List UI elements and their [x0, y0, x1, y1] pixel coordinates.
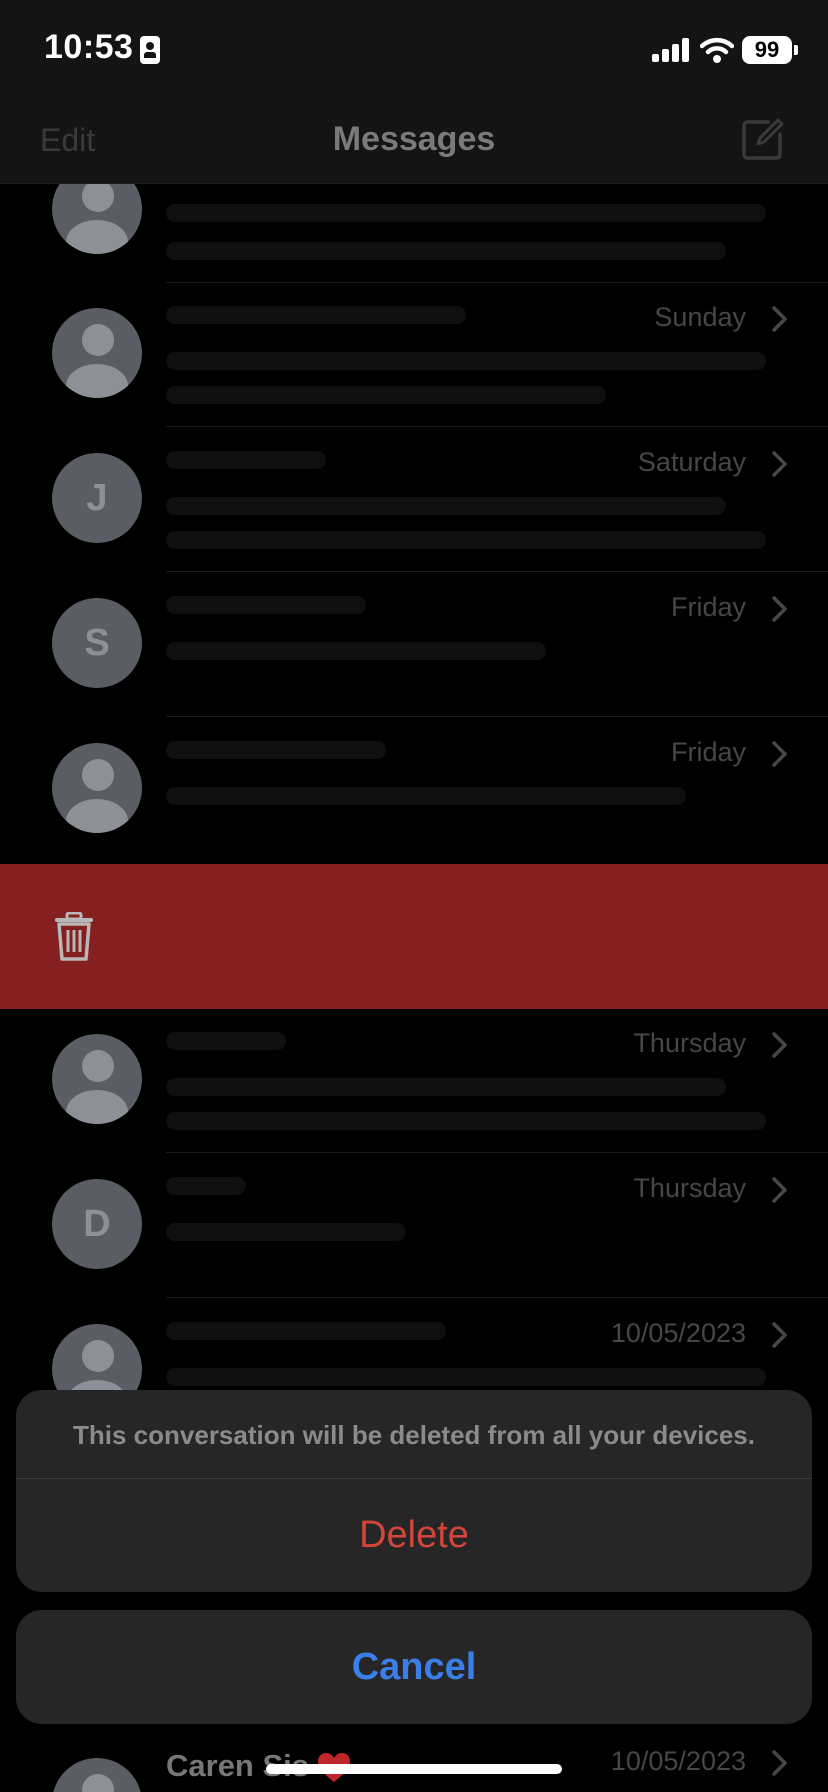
- conversation-row[interactable]: D Thursday: [0, 1153, 828, 1298]
- trash-icon[interactable]: [52, 912, 96, 962]
- cellular-signal-icon: [652, 38, 692, 62]
- conversation-date: Friday: [670, 737, 746, 767]
- page-title: Messages: [332, 120, 496, 158]
- action-sheet: This conversation will be deleted from a…: [16, 1390, 812, 1592]
- battery-indicator: 99: [742, 36, 798, 64]
- conversation-date: Sunday: [654, 302, 746, 332]
- chevron-right-icon: [772, 1322, 787, 1348]
- avatar: [52, 308, 142, 398]
- home-indicator[interactable]: [266, 1764, 562, 1774]
- contact-card-icon: [140, 36, 160, 64]
- conversation-date: Saturday: [637, 447, 746, 477]
- conversation-date: Friday: [670, 592, 746, 622]
- chevron-right-icon: [772, 451, 787, 477]
- action-sheet-message: This conversation will be deleted from a…: [73, 1420, 755, 1450]
- chevron-right-icon: [772, 306, 787, 332]
- conversation-date: 10/05/2023: [610, 1746, 746, 1776]
- conversation-row[interactable]: 10/05/2023: [0, 1732, 828, 1792]
- conversation-date: 10/05/2023: [610, 1318, 746, 1348]
- chevron-right-icon: [772, 741, 787, 767]
- avatar: [52, 1758, 142, 1792]
- avatar-initial: D: [83, 1203, 111, 1245]
- avatar: [52, 743, 142, 833]
- cancel-button[interactable]: Cancel: [16, 1610, 812, 1724]
- chevron-right-icon: [772, 596, 787, 622]
- conversation-date: Thursday: [633, 1028, 746, 1058]
- status-time: 10:53: [44, 28, 134, 66]
- conversation-row[interactable]: J Saturday: [0, 427, 828, 572]
- avatar: [52, 1034, 142, 1124]
- conversation-row[interactable]: Thursday: [0, 1008, 828, 1153]
- status-bar: 10:53 99: [0, 0, 828, 100]
- delete-button[interactable]: Delete: [16, 1479, 812, 1592]
- avatar-initial: S: [84, 622, 110, 664]
- wifi-icon: [700, 37, 734, 63]
- nav-bar: Edit Messages: [0, 100, 828, 184]
- avatar: J: [52, 453, 142, 543]
- conversation-row[interactable]: Sunday: [0, 282, 828, 427]
- conversation-row[interactable]: S Friday: [0, 572, 828, 717]
- compose-icon[interactable]: [740, 116, 786, 162]
- chevron-right-icon: [772, 1177, 787, 1203]
- conversation-date: Thursday: [633, 1173, 746, 1203]
- avatar: D: [52, 1179, 142, 1269]
- avatar-initial: J: [86, 477, 108, 519]
- chevron-right-icon: [772, 1750, 787, 1776]
- chevron-right-icon: [772, 1032, 787, 1058]
- avatar: S: [52, 598, 142, 688]
- conversation-row[interactable]: Friday: [0, 717, 828, 862]
- swipe-delete-row[interactable]: [0, 864, 828, 1009]
